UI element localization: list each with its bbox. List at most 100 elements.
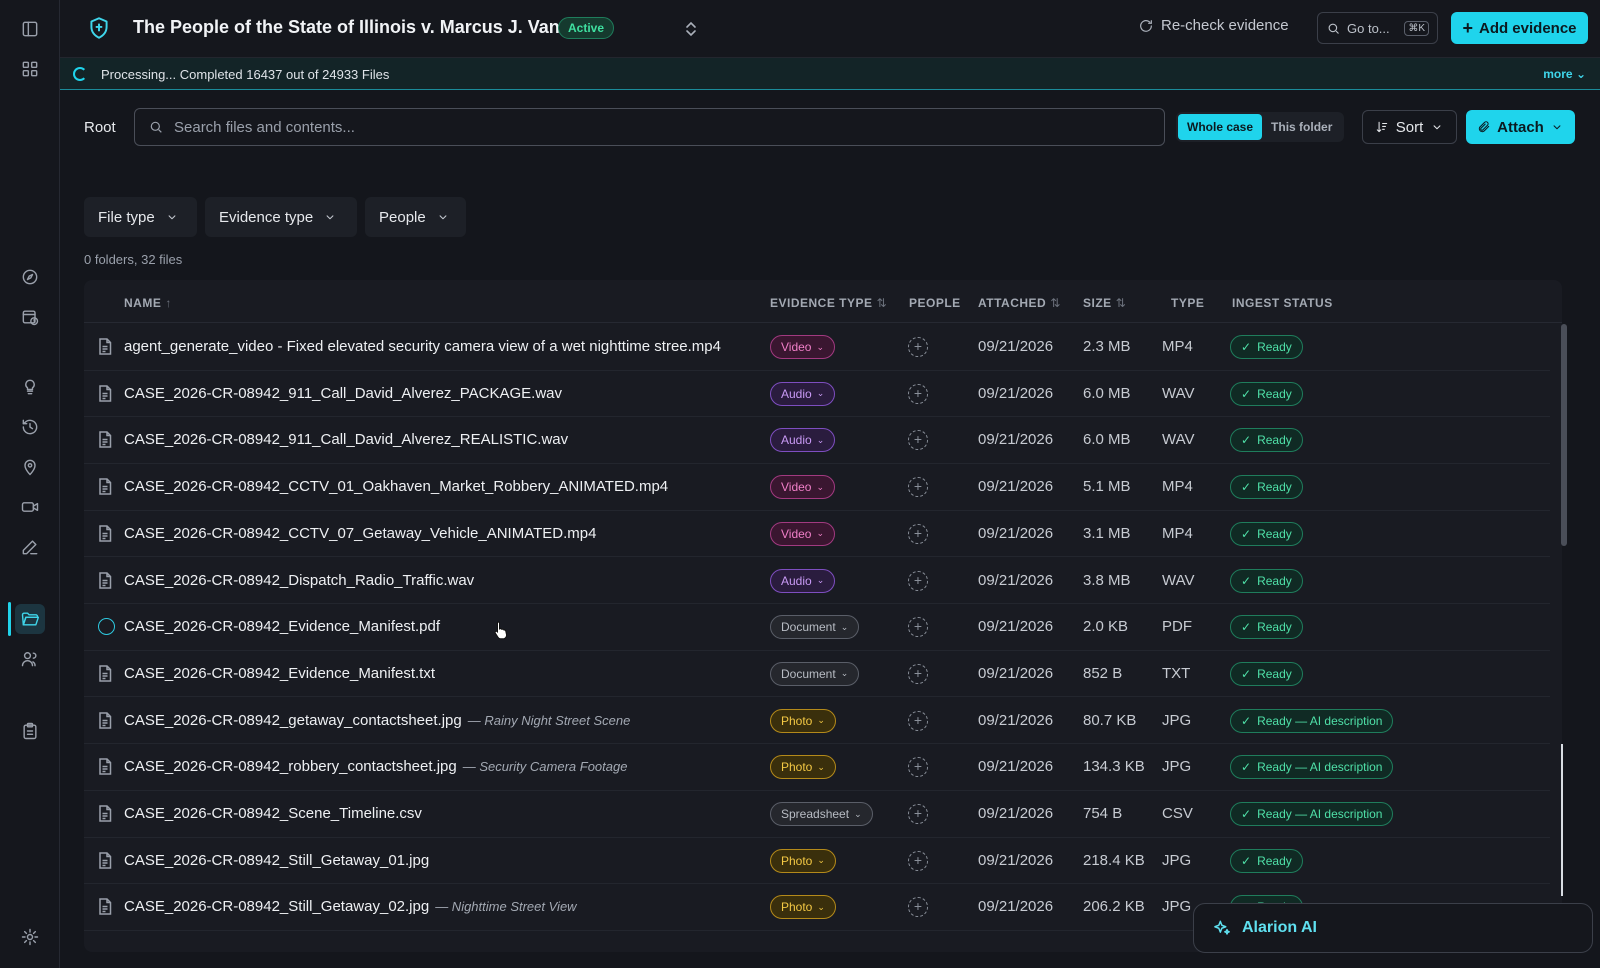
- scope-whole-case[interactable]: Whole case: [1178, 114, 1263, 140]
- evidence-type-dropdown[interactable]: Photo ⌄: [770, 755, 836, 780]
- filter-file-type[interactable]: File type: [84, 197, 197, 237]
- top-header: The People of the State of Illinois v. M…: [60, 0, 1600, 58]
- file-name[interactable]: CASE_2026-CR-08942_Evidence_Manifest.txt: [124, 665, 435, 682]
- table-row[interactable]: agent_generate_video - Fixed elevated se…: [84, 323, 1550, 371]
- col-people[interactable]: PEOPLE: [909, 296, 961, 310]
- table-row[interactable]: CASE_2026-CR-08942_CCTV_01_Oakhaven_Mark…: [84, 463, 1550, 511]
- file-size: 754 B: [1083, 805, 1123, 822]
- sort-button[interactable]: Sort: [1362, 110, 1457, 144]
- file-name[interactable]: CASE_2026-CR-08942_getaway_contactsheet.…: [124, 712, 630, 729]
- file-type: CSV: [1162, 805, 1193, 822]
- col-ingest-status[interactable]: INGEST STATUS: [1232, 296, 1333, 310]
- table-row[interactable]: CASE_2026-CR-08942_Still_Getaway_01.jpg P…: [84, 837, 1550, 885]
- evidence-type-dropdown[interactable]: Photo ⌄: [770, 708, 836, 733]
- history-icon[interactable]: [15, 412, 45, 442]
- compass-icon[interactable]: [15, 262, 45, 292]
- add-person-icon[interactable]: +: [908, 523, 928, 544]
- evidence-type-dropdown[interactable]: Video ⌄: [770, 335, 836, 359]
- add-person-icon[interactable]: +: [908, 663, 928, 684]
- filter-people[interactable]: People: [365, 197, 466, 237]
- add-person-icon[interactable]: +: [908, 430, 928, 451]
- breadcrumb-root[interactable]: Root: [84, 119, 116, 136]
- add-person-icon[interactable]: +: [908, 804, 928, 824]
- table-row[interactable]: CASE_2026-CR-08942_robbery_contactsheet.…: [84, 743, 1550, 791]
- table-row[interactable]: CASE_2026-CR-08942_Evidence_Manifest.pdf…: [84, 603, 1550, 651]
- table-row[interactable]: CASE_2026-CR-08942_Scene_Timeline.csv Spr…: [84, 790, 1550, 838]
- evidence-type-dropdown[interactable]: Audio ⌄: [770, 428, 836, 453]
- add-person-icon[interactable]: +: [908, 897, 928, 918]
- add-person-icon[interactable]: +: [908, 850, 928, 871]
- add-person-icon[interactable]: +: [908, 617, 928, 638]
- folder-open-icon[interactable]: [15, 604, 45, 634]
- add-person-icon[interactable]: +: [908, 477, 928, 498]
- users-icon[interactable]: [15, 644, 45, 674]
- evidence-type-dropdown[interactable]: Photo ⌄: [770, 895, 836, 920]
- search-bar[interactable]: [134, 108, 1165, 146]
- add-person-icon[interactable]: +: [908, 570, 928, 591]
- evidence-type-dropdown[interactable]: Audio ⌄: [770, 568, 836, 593]
- table-row[interactable]: CASE_2026-CR-08942_Evidence_Manifest.txt…: [84, 650, 1550, 698]
- add-evidence-button[interactable]: + Add evidence: [1451, 12, 1588, 44]
- lightbulb-icon[interactable]: [15, 372, 45, 402]
- col-name[interactable]: NAME ↑: [124, 296, 172, 310]
- col-size[interactable]: SIZE ⇅: [1083, 296, 1126, 310]
- case-switcher-icon[interactable]: [684, 20, 698, 38]
- evidence-type-dropdown[interactable]: Photo ⌄: [770, 848, 836, 873]
- evidence-type-dropdown[interactable]: Video ⌄: [770, 521, 836, 546]
- check-icon: ✓: [1241, 433, 1252, 448]
- more-toggle[interactable]: more ⌄: [1543, 67, 1586, 81]
- table-row[interactable]: CASE_2026-CR-08942_911_Call_David_Alvere…: [84, 416, 1550, 464]
- col-type[interactable]: TYPE: [1171, 296, 1204, 310]
- col-attached[interactable]: ATTACHED ⇅: [978, 296, 1061, 310]
- case-title[interactable]: The People of the State of Illinois v. M…: [133, 17, 580, 38]
- file-name[interactable]: CASE_2026-CR-08942_911_Call_David_Alvere…: [124, 431, 568, 448]
- add-person-icon[interactable]: +: [908, 757, 928, 778]
- scope-this-folder[interactable]: This folder: [1262, 114, 1341, 140]
- evidence-type-dropdown[interactable]: Document ⌄: [770, 661, 860, 686]
- search-input[interactable]: [174, 118, 1074, 136]
- evidence-type-dropdown[interactable]: Audio ⌄: [770, 381, 836, 406]
- video-icon[interactable]: [15, 492, 45, 522]
- sidebar-toggle-icon[interactable]: [15, 14, 45, 44]
- shield-logo-icon[interactable]: [86, 15, 112, 41]
- row-select-checkbox[interactable]: [98, 618, 115, 636]
- attached-date: 09/21/2026: [978, 711, 1054, 729]
- add-person-icon[interactable]: +: [908, 710, 928, 731]
- table-row[interactable]: CASE_2026-CR-08942_getaway_contactsheet.…: [84, 697, 1550, 745]
- calendar-clock-icon[interactable]: [15, 302, 45, 332]
- file-name[interactable]: CASE_2026-CR-08942_Still_Getaway_02.jpg —…: [124, 898, 577, 915]
- pen-icon[interactable]: [15, 532, 45, 562]
- col-evidence-type[interactable]: EVIDENCE TYPE ⇅: [770, 296, 887, 310]
- ai-assistant-button[interactable]: Alarion AI: [1193, 903, 1593, 953]
- evidence-type-dropdown[interactable]: Document ⌄: [770, 615, 860, 640]
- file-name[interactable]: CASE_2026-CR-08942_CCTV_01_Oakhaven_Mark…: [124, 478, 668, 495]
- clipboard-icon[interactable]: [15, 716, 45, 746]
- settings-gear-icon[interactable]: [15, 922, 45, 952]
- file-name[interactable]: CASE_2026-CR-08942_Still_Getaway_01.jpg: [124, 852, 429, 869]
- filter-evidence-type[interactable]: Evidence type: [205, 197, 357, 237]
- map-pin-icon[interactable]: [15, 452, 45, 482]
- file-name[interactable]: CASE_2026-CR-08942_CCTV_07_Getaway_Vehic…: [124, 525, 596, 542]
- file-name[interactable]: CASE_2026-CR-08942_Dispatch_Radio_Traffi…: [124, 572, 474, 589]
- grid-icon[interactable]: [15, 54, 45, 84]
- attached-date: 09/21/2026: [978, 478, 1054, 496]
- attached-date: 09/21/2026: [978, 758, 1054, 776]
- file-name[interactable]: CASE_2026-CR-08942_Scene_Timeline.csv: [124, 805, 422, 822]
- attached-date: 09/21/2026: [978, 384, 1054, 402]
- evidence-type-dropdown[interactable]: Video ⌄: [770, 475, 836, 500]
- file-name[interactable]: agent_generate_video - Fixed elevated se…: [124, 338, 721, 355]
- file-name[interactable]: CASE_2026-CR-08942_Evidence_Manifest.pdf: [124, 618, 440, 635]
- goto-search-button[interactable]: Go to... ⌘K: [1317, 12, 1438, 44]
- file-type: TXT: [1162, 664, 1191, 682]
- scrollbar-thumb[interactable]: [1561, 324, 1567, 546]
- file-name[interactable]: CASE_2026-CR-08942_911_Call_David_Alvere…: [124, 385, 562, 402]
- add-person-icon[interactable]: +: [908, 383, 928, 404]
- table-row[interactable]: CASE_2026-CR-08942_Dispatch_Radio_Traffi…: [84, 557, 1550, 605]
- evidence-type-dropdown[interactable]: Spreadsheet ⌄: [770, 802, 873, 826]
- table-row[interactable]: CASE_2026-CR-08942_911_Call_David_Alvere…: [84, 370, 1550, 418]
- file-name[interactable]: CASE_2026-CR-08942_robbery_contactsheet.…: [124, 758, 627, 775]
- recheck-evidence-button[interactable]: Re-check evidence: [1138, 17, 1289, 34]
- add-person-icon[interactable]: +: [908, 337, 928, 357]
- attach-button[interactable]: Attach: [1466, 110, 1575, 144]
- table-row[interactable]: CASE_2026-CR-08942_CCTV_07_Getaway_Vehic…: [84, 510, 1550, 558]
